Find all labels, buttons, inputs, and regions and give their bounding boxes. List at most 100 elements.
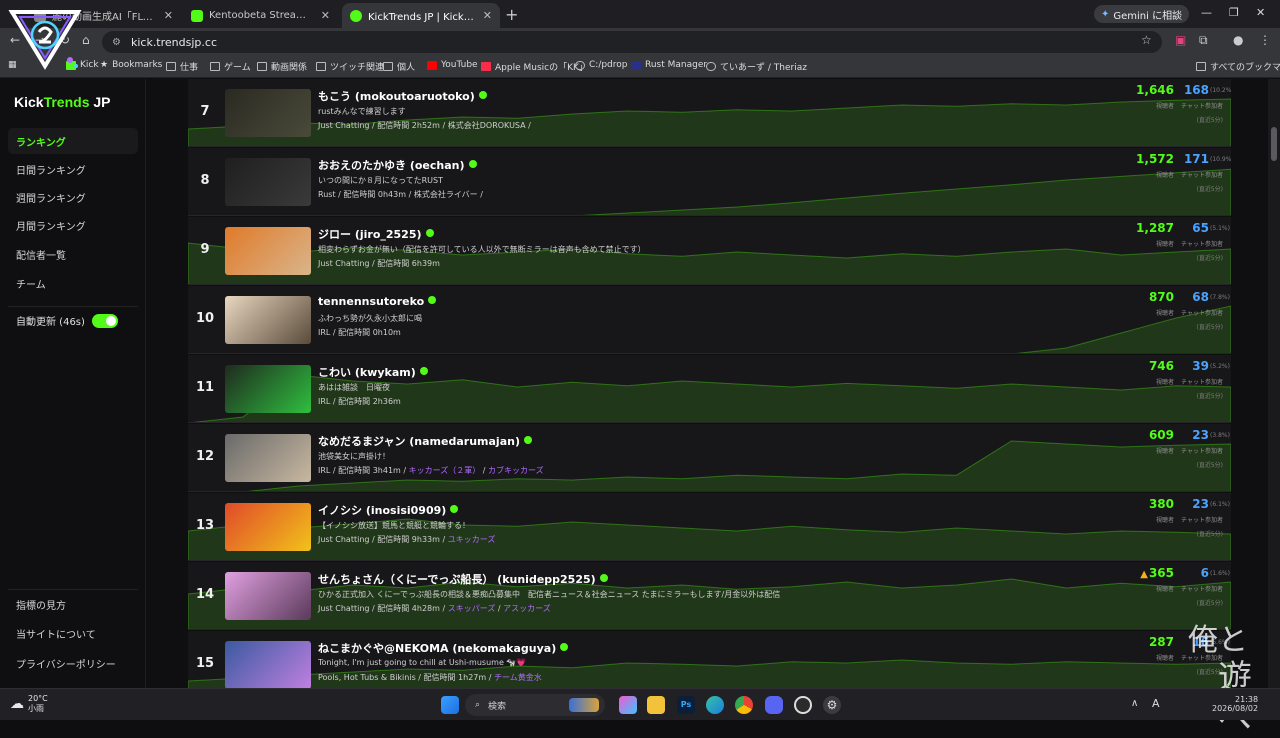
bookmark-folder-personal[interactable]: 個人 (383, 60, 415, 73)
sidebar-item-monthly[interactable]: 月間ランキング (8, 212, 138, 238)
ranking-row[interactable]: 14 せんちょさん（くにーでっぷ船長） (kunidepp2525) ひかる正式加入… (188, 562, 1231, 630)
bookmark-cpdrop[interactable]: C:/pdrop (575, 60, 628, 70)
all-bookmarks[interactable]: すべてのブックマーク (1196, 60, 1280, 73)
stream-category[interactable]: Just Chatting (318, 604, 369, 613)
streamer-name[interactable]: イノシシ (inosisi0909) (318, 502, 459, 518)
stream-thumbnail[interactable] (225, 641, 311, 688)
tray-chevron-icon[interactable]: ∧ (1131, 698, 1138, 709)
sidebar-item-team[interactable]: チーム (8, 270, 138, 296)
streamer-name[interactable]: せんちょさん（くにーでっぷ船長） (kunidepp2525) (318, 571, 608, 587)
tab-kicktrends[interactable]: KickTrends JP | Kick日本配信者 ✕ (342, 3, 500, 28)
footer-link-privacy[interactable]: プライバシーポリシー (16, 656, 116, 671)
stream-thumbnail[interactable] (225, 158, 311, 206)
bookmark-folder-game[interactable]: ゲーム (210, 60, 251, 73)
ranking-row[interactable]: 11 こわい (kwykam) あはは雑談 日曜夜 IRL / 配信時間 2h36m 7… (188, 355, 1231, 423)
site-logo[interactable]: KickTrends JP (14, 94, 111, 110)
team-tag[interactable]: スキッパーズ (448, 604, 496, 613)
obs-icon[interactable] (794, 696, 812, 714)
bookmark-theriaz[interactable]: ていあーず / Theriaz (706, 60, 807, 73)
discord-icon[interactable] (765, 696, 783, 714)
file-explorer-icon[interactable] (647, 696, 665, 714)
close-tab-icon[interactable]: ✕ (483, 9, 492, 22)
close-tab-icon[interactable]: ✕ (164, 9, 173, 22)
close-tab-icon[interactable]: ✕ (321, 9, 330, 22)
menu-kebab-icon[interactable]: ⋮ (1259, 33, 1271, 47)
stream-category[interactable]: IRL (318, 328, 330, 337)
sidebar-item-weekly[interactable]: 週間ランキング (8, 184, 138, 210)
tab-title: Kentoobeta Stream - Watch Liv (209, 10, 315, 21)
footer-link-metrics[interactable]: 指標の見方 (16, 597, 66, 612)
ranking-row[interactable]: 8 おおえのたかゆき (oechan) いつの間にか８月になってたRUST Rust … (188, 148, 1231, 216)
taskbar-search[interactable]: ⌕ 検索 (465, 694, 605, 716)
team-tag[interactable]: アスッカーズ (503, 604, 551, 613)
ranking-row[interactable]: 7 もこう (mokoutoaruotoko) rustみんなで練習します Just … (188, 79, 1231, 147)
ranking-row[interactable]: 10 tennennsutoreko ふわっち勢が久永小太郎に喝 IRL / 配信時間… (188, 286, 1231, 354)
gemini-button[interactable]: ✦ Gemini に相談 (1094, 5, 1190, 23)
address-bar[interactable]: ⚙ kick.trendsjp.cc (102, 31, 1162, 53)
footer-link-about[interactable]: 当サイトについて (16, 626, 96, 641)
ranking-row[interactable]: 9 ジロー (jiro_2525) 相変わらずお金が無い（配信を許可している人以外で… (188, 217, 1231, 285)
stream-thumbnail[interactable] (225, 572, 311, 620)
stream-category[interactable]: IRL (318, 397, 330, 406)
profile-avatar-icon[interactable]: ● (1233, 33, 1243, 47)
kicktrends-favicon-icon (350, 9, 362, 22)
weather-widget[interactable]: ☁ 20°C 小雨 (10, 694, 48, 714)
sidebar-item-streamers[interactable]: 配信者一覧 (8, 241, 138, 267)
team-tag[interactable]: カブキッカーズ (488, 466, 544, 475)
scrollbar-thumb[interactable] (1271, 127, 1277, 161)
team-tag[interactable]: ユキッカーズ (448, 535, 496, 544)
stream-category[interactable]: Rust (318, 190, 336, 199)
bookmark-rust-manager[interactable]: Rust Manager (631, 60, 707, 70)
page-scrollbar[interactable] (1268, 79, 1280, 688)
ime-indicator-icon[interactable]: A (1152, 697, 1160, 710)
extensions-icon[interactable]: ⧉ (1199, 33, 1208, 48)
stream-category[interactable]: Just Chatting (318, 121, 369, 130)
taskbar-clock[interactable]: 21:38 2026/08/02 (1212, 695, 1258, 713)
sidebar-item-ranking[interactable]: ランキング (8, 128, 138, 154)
streamer-name[interactable]: もこう (mokoutoaruotoko) (318, 88, 487, 104)
bookmark-folder-work[interactable]: 仕事 (166, 60, 198, 73)
stream-category[interactable]: IRL (318, 466, 330, 475)
copilot-icon[interactable] (619, 696, 637, 714)
close-window-icon[interactable]: ✕ (1256, 6, 1265, 19)
windows-start-icon[interactable] (441, 696, 459, 714)
streamer-name[interactable]: ねこまかぐや@NEKOMA (nekomakaguya) (318, 640, 569, 656)
streamer-name[interactable]: こわい (kwykam) (318, 364, 428, 380)
stream-category[interactable]: Just Chatting (318, 259, 369, 268)
tab-kentoobeta[interactable]: Kentoobeta Stream - Watch Liv ✕ (183, 3, 338, 28)
ranking-row[interactable]: 12 なめだるまジャン (namedarumajan) 池袋美女に声掛け！ IRL /… (188, 424, 1231, 492)
streamer-name[interactable]: tennennsutoreko (318, 295, 437, 308)
sidebar-item-daily[interactable]: 日間ランキング (8, 156, 138, 182)
stream-category[interactable]: Just Chatting (318, 535, 369, 544)
stream-thumbnail[interactable] (225, 296, 311, 344)
bookmark-folder-twitch[interactable]: ツイッチ関連 (316, 60, 384, 73)
photoshop-icon[interactable]: Ps (677, 696, 695, 714)
maximize-icon[interactable]: ❐ (1229, 6, 1239, 19)
new-tab-icon[interactable]: + (505, 5, 518, 24)
streamer-name[interactable]: ジロー (jiro_2525) (318, 226, 434, 242)
stream-thumbnail[interactable] (225, 503, 311, 551)
stream-thumbnail[interactable] (225, 434, 311, 482)
stream-thumbnail[interactable] (225, 227, 311, 275)
bookmark-folder-video[interactable]: 動画関係 (257, 60, 307, 73)
stream-category[interactable]: Pools, Hot Tubs & Bikinis (318, 673, 416, 682)
extension-cast-icon[interactable]: ▣ (1175, 33, 1186, 47)
bookmark-apple-music[interactable]: Apple Musicの「KK」 (481, 60, 588, 73)
streamer-name[interactable]: なめだるまジャン (namedarumajan) (318, 433, 532, 449)
site-info-icon[interactable]: ⚙ (112, 37, 121, 48)
chrome-icon[interactable] (735, 696, 753, 714)
settings-gear-icon[interactable]: ⚙ (823, 696, 841, 714)
minimize-icon[interactable]: — (1201, 6, 1212, 19)
ranking-row[interactable]: 15 ねこまかぐや@NEKOMA (nekomakaguya) Tonight, I… (188, 631, 1231, 688)
team-tag[interactable]: チーム黄金水 (494, 673, 542, 682)
bookmark-bookmarks[interactable]: ★ Bookmarks (100, 60, 162, 70)
ranking-row[interactable]: 13 イノシシ (inosisi0909) 【イノシシ放送】競馬と競艇と競輪する！ J… (188, 493, 1231, 561)
bookmark-star-icon[interactable]: ☆ (1141, 33, 1152, 47)
stream-thumbnail[interactable] (225, 365, 311, 413)
stream-thumbnail[interactable] (225, 89, 311, 137)
auto-refresh-toggle[interactable] (91, 313, 118, 328)
streamer-name[interactable]: おおえのたかゆき (oechan) (318, 157, 477, 173)
edge-icon[interactable] (706, 696, 724, 714)
team-tag[interactable]: キッカーズ（２軍） (409, 466, 481, 475)
bookmark-youtube[interactable]: YouTube (427, 60, 478, 70)
